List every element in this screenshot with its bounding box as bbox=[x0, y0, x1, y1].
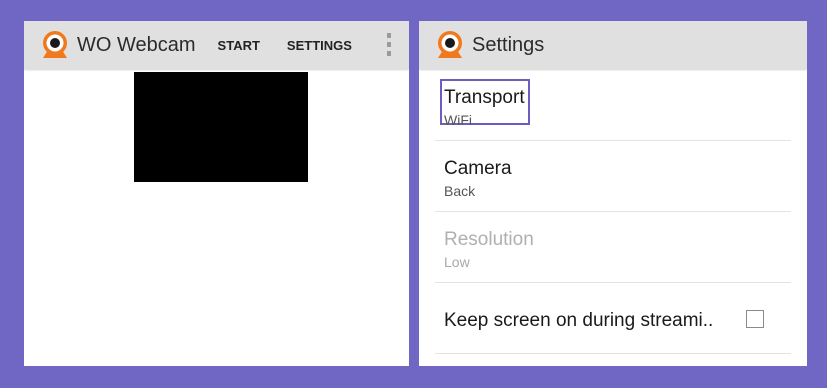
screenshot-canvas: WO Webcam START SETTINGS Settings Transp… bbox=[0, 0, 827, 388]
main-action-bar: WO Webcam START SETTINGS bbox=[24, 21, 409, 69]
pref-keep-screen-on[interactable]: Keep screen on during streami.. bbox=[435, 283, 791, 354]
pref-title: Keep screen on during streami.. bbox=[444, 310, 714, 331]
pref-camera[interactable]: Camera Back bbox=[435, 141, 791, 212]
settings-title: Settings bbox=[472, 33, 545, 56]
more-vert-icon[interactable] bbox=[385, 33, 393, 57]
webcam-eye-icon[interactable] bbox=[435, 30, 465, 60]
keep-screen-on-checkbox[interactable] bbox=[746, 310, 764, 328]
app-title: WO Webcam bbox=[77, 33, 196, 56]
pref-summary: Back bbox=[444, 183, 476, 199]
camera-preview bbox=[134, 72, 308, 182]
webcam-main-screen: WO Webcam START SETTINGS bbox=[24, 21, 409, 366]
preferences-list: Transport WiFi Camera Back Resolution Lo… bbox=[435, 70, 791, 354]
webcam-eye-icon bbox=[40, 30, 70, 60]
start-button[interactable]: START bbox=[218, 38, 260, 53]
settings-screen: Settings Transport WiFi Camera Back Reso… bbox=[419, 21, 807, 366]
pref-resolution: Resolution Low bbox=[435, 212, 791, 283]
pref-title: Transport bbox=[444, 87, 525, 108]
settings-action-bar: Settings bbox=[419, 21, 807, 69]
settings-button[interactable]: SETTINGS bbox=[287, 38, 352, 53]
pref-summary: Low bbox=[444, 254, 470, 270]
pref-transport[interactable]: Transport WiFi bbox=[435, 70, 791, 141]
pref-title: Camera bbox=[444, 158, 512, 179]
pref-summary: WiFi bbox=[444, 112, 472, 128]
pref-title: Resolution bbox=[444, 229, 534, 250]
